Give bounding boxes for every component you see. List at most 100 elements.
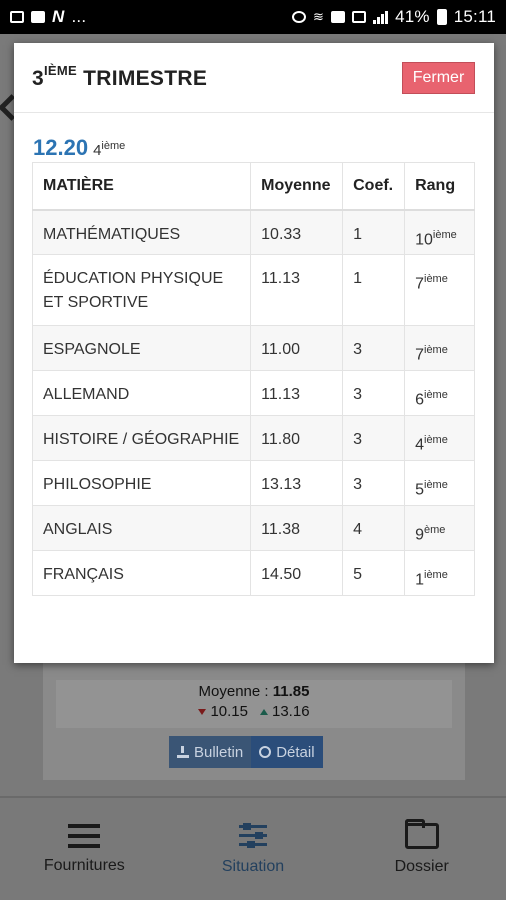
background-stats: Moyenne : 11.85 10.15 13.16 — [56, 680, 452, 728]
cell-coef: 3 — [342, 370, 406, 416]
table-row: HISTOIRE / GÉOGRAPHIE 11.80 3 4ième — [31, 415, 475, 461]
nav-label-situation: Situation — [221, 857, 285, 875]
clock: 15:11 — [453, 7, 496, 26]
rank-number: 6 — [415, 391, 424, 409]
cell-rank: 7ième — [404, 325, 475, 371]
rank-sup: ième — [424, 569, 448, 581]
table-row: FRANÇAIS 14.50 5 1ième — [31, 550, 475, 596]
header-subject: MATIÈRE — [31, 162, 252, 211]
battery-percent: 41% — [395, 7, 430, 26]
cell-subject: PHILOSOPHIE — [31, 460, 252, 506]
rank-sup: ième — [424, 479, 448, 491]
modal-title: 3IÈME TRIMESTRE — [32, 63, 208, 91]
cell-rank: 10ième — [404, 209, 475, 255]
zoom-icon — [259, 746, 272, 758]
close-button[interactable]: Fermer — [402, 62, 475, 94]
cell-average: 11.80 — [250, 415, 344, 461]
max-value: 13.16 — [272, 703, 310, 720]
cell-average: 11.38 — [250, 505, 344, 551]
cell-coef: 1 — [342, 209, 406, 255]
cell-average: 11.00 — [250, 325, 344, 371]
sim-icon — [331, 11, 346, 23]
nav-item-dossier[interactable]: Dossier — [337, 798, 506, 900]
detail-button[interactable]: Détail — [251, 736, 323, 768]
max-stat: 13.16 — [260, 703, 310, 720]
bulletin-button[interactable]: Bulletin — [169, 736, 252, 768]
nav-label-fournitures: Fournitures — [43, 856, 125, 874]
modal-title-sup: IÈME — [43, 63, 77, 78]
cell-coef: 1 — [342, 254, 406, 326]
cell-coef: 3 — [342, 325, 406, 371]
rank-number: 7 — [415, 275, 424, 293]
average-rank: 4ième — [93, 140, 125, 159]
cell-average: 13.13 — [250, 460, 344, 506]
moyenne-label: Moyenne : — [198, 683, 269, 700]
table-row: PHILOSOPHIE 13.13 3 5ième — [31, 460, 475, 506]
folder-icon — [404, 818, 439, 849]
rank-number: 9 — [415, 526, 424, 544]
cell-average: 11.13 — [250, 254, 344, 326]
wifi-icon: ≋ — [313, 9, 325, 24]
rank-number: 5 — [415, 481, 424, 499]
cell-subject: ALLEMAND — [31, 370, 252, 416]
signal-box-icon — [352, 11, 367, 23]
rank-sup: ième — [424, 389, 448, 401]
min-stat: 10.15 — [198, 703, 248, 720]
nav-item-fournitures[interactable]: Fournitures — [0, 798, 169, 900]
header-coef: Coef. — [342, 162, 406, 211]
status-bar-system: ≋ 41% 15:11 — [292, 7, 496, 27]
cell-rank: 4ième — [404, 415, 475, 461]
detail-label: Détail — [276, 743, 315, 761]
cell-average: 14.50 — [250, 550, 344, 596]
min-value: 10.15 — [210, 703, 248, 720]
download-icon — [177, 746, 189, 758]
min-max-line: 10.15 13.16 — [56, 703, 452, 720]
modal-title-text: TRIMESTRE — [83, 67, 208, 90]
back-arrow-icon[interactable] — [0, 94, 12, 122]
cell-coef: 5 — [342, 550, 406, 596]
rank-number: 1 — [415, 571, 424, 589]
bottom-nav: Fournitures Situation Dossier — [0, 796, 506, 900]
cell-average: 11.13 — [250, 370, 344, 416]
cell-rank: 9ème — [404, 505, 475, 551]
trimester-modal: 3IÈME TRIMESTRE Fermer 12.20 4ième MATIÈ… — [14, 43, 494, 663]
grades-table: MATIÈRE Moyenne Coef. Rang MATHÉMATIQUES… — [31, 162, 475, 596]
rank-sup: ième — [432, 228, 457, 241]
background-buttons: Bulletin Détail — [169, 736, 323, 768]
down-triangle-icon — [198, 709, 207, 716]
modal-header: 3IÈME TRIMESTRE Fermer — [14, 43, 494, 113]
cell-subject: ESPAGNOLE — [31, 325, 252, 371]
status-bar: N ... ≋ 41% 15:11 — [0, 0, 506, 34]
cell-rank: 5ième — [404, 460, 475, 506]
cell-subject: MATHÉMATIQUES — [31, 209, 252, 255]
sliders-icon — [239, 822, 267, 849]
average-rank-sup: ième — [101, 140, 126, 152]
flag-notification-icon — [31, 11, 45, 23]
cell-coef: 3 — [342, 460, 406, 506]
cell-subject: FRANÇAIS — [31, 550, 252, 596]
table-row: ÉDUCATION PHYSIQUE ET SPORTIVE 11.13 1 7… — [31, 254, 475, 326]
cell-subject: ÉDUCATION PHYSIQUE ET SPORTIVE — [31, 254, 252, 326]
list-icon — [68, 823, 101, 848]
cell-rank: 7ième — [404, 254, 475, 326]
trimester-average: 12.20 4ième — [33, 135, 125, 161]
nav-item-situation[interactable]: Situation — [169, 798, 338, 900]
rank-number: 4 — [415, 436, 424, 454]
n-notification-icon: N — [52, 7, 65, 26]
nav-label-dossier: Dossier — [394, 857, 449, 875]
moyenne-value: 11.85 — [272, 683, 310, 700]
cell-average: 10.33 — [250, 209, 344, 255]
alarm-icon — [292, 11, 306, 23]
rank-sup: ème — [424, 524, 446, 536]
gallery-notification-icon — [10, 11, 24, 23]
signal-icon — [373, 10, 389, 24]
header-rank: Rang — [404, 162, 475, 211]
rank-sup: ième — [424, 344, 448, 356]
cell-subject: ANGLAIS — [31, 505, 252, 551]
table-row: ANGLAIS 11.38 4 9ème — [31, 505, 475, 551]
cell-rank: 1ième — [404, 550, 475, 596]
rank-number: 10 — [415, 230, 433, 248]
cell-subject: HISTOIRE / GÉOGRAPHIE — [31, 415, 252, 461]
battery-icon — [436, 9, 447, 25]
moyenne-line: Moyenne : 11.85 — [56, 683, 452, 700]
